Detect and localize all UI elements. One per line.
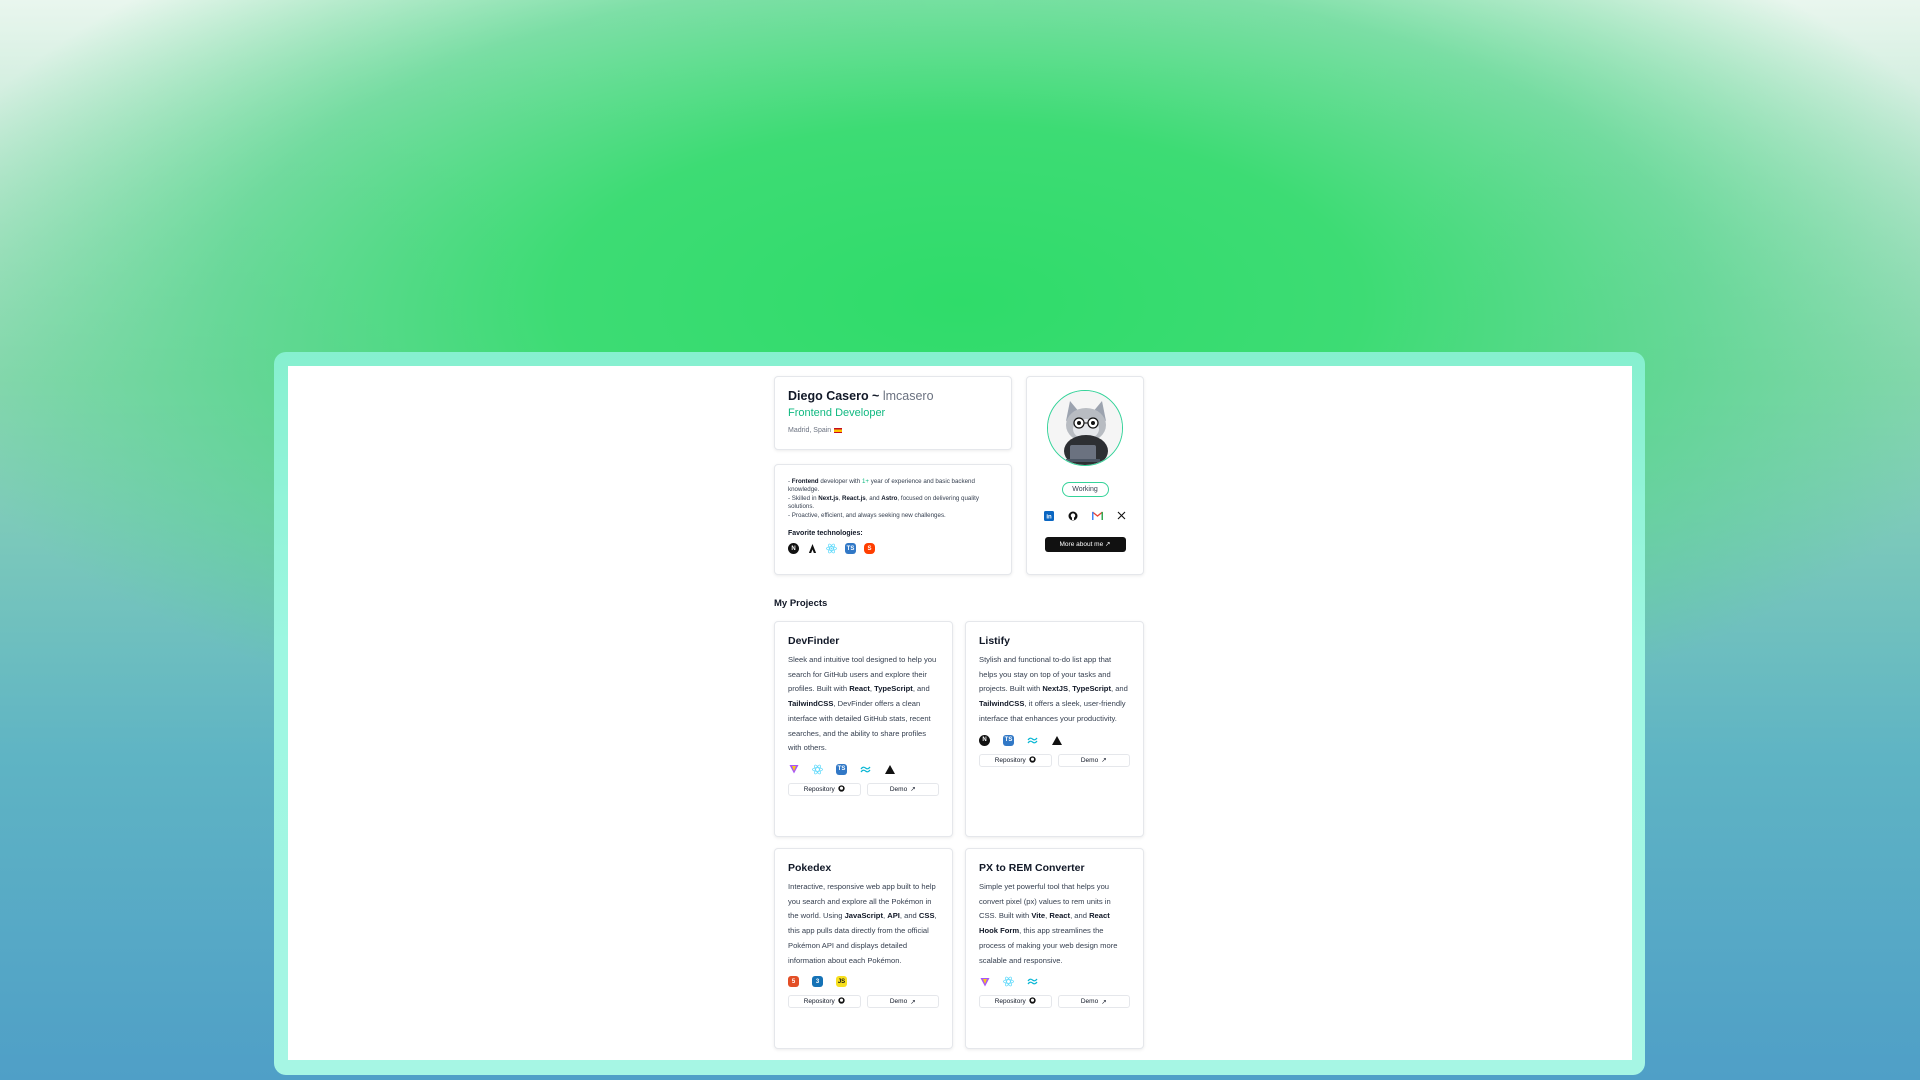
favorite-tech-title: Favorite technologies: <box>788 530 863 538</box>
demo-label: Demo <box>1080 998 1099 1006</box>
project-card-pokedex: Pokedex Interactive, responsive web app … <box>774 848 953 1049</box>
github-icon <box>1029 997 1036 1006</box>
bio-card: - Frontend developer with 1+ year of exp… <box>774 464 1012 575</box>
profile-handle: lmcasero <box>882 389 934 403</box>
tailwind-icon <box>1027 976 1038 987</box>
react-icon <box>826 543 837 554</box>
profile-name: Diego Casero ~ lmcasero <box>788 389 998 403</box>
more-about-me-label: More about me <box>1059 541 1104 548</box>
project-card-devfinder: DevFinder Sleek and intuitive tool desig… <box>774 621 953 837</box>
spain-flag-icon <box>834 428 843 433</box>
css3-icon: 3 <box>812 976 823 988</box>
repository-button[interactable]: Repository <box>979 753 1052 767</box>
github-icon <box>838 785 845 794</box>
project-description: Interactive, responsive web app built to… <box>788 882 937 965</box>
arrow-up-right-icon: ↗ <box>910 786 916 794</box>
arrow-up-right-icon: ↗ <box>1105 541 1111 548</box>
project-actions: Repository Demo ↗ <box>788 782 939 796</box>
project-title: Listify <box>979 635 1010 647</box>
github-icon[interactable] <box>1068 510 1079 521</box>
demo-label: Demo <box>889 785 908 793</box>
linkedin-icon[interactable]: in <box>1044 510 1055 521</box>
more-about-me-button[interactable]: More about me ↗ <box>1044 537 1126 552</box>
vite-icon <box>788 764 799 775</box>
status-badge: Working <box>1061 482 1109 497</box>
typescript-icon: TS <box>836 763 847 775</box>
avatar <box>1047 390 1123 466</box>
location-text: Madrid, Spain <box>788 427 832 434</box>
astro-icon <box>807 543 818 554</box>
profile-role: Frontend Developer <box>788 407 886 419</box>
project-actions: Repository Demo ↗ <box>979 753 1130 767</box>
repository-label: Repository <box>803 998 835 1006</box>
x-icon[interactable] <box>1116 510 1127 521</box>
cat-avatar-illustration <box>1048 391 1122 465</box>
arrow-up-right-icon: ↗ <box>1101 757 1107 765</box>
favorite-tech-row: N TS S <box>788 543 998 555</box>
social-links: in <box>1027 510 1143 521</box>
project-card-px-to-rem: PX to REM Converter Simple yet powerful … <box>965 848 1144 1049</box>
project-tech-row: TS <box>788 763 939 775</box>
project-card-listify: Listify Stylish and functional to-do lis… <box>965 621 1144 837</box>
github-icon <box>838 997 845 1006</box>
project-actions: Repository Demo ↗ <box>979 995 1130 1009</box>
vite-icon <box>979 976 990 987</box>
project-title: DevFinder <box>788 635 840 647</box>
project-description: Simple yet powerful tool that helps you … <box>979 882 1118 965</box>
demo-button[interactable]: Demo ↗ <box>1057 995 1130 1009</box>
project-title: Pokedex <box>788 862 832 874</box>
demo-button[interactable]: Demo ↗ <box>1057 753 1130 767</box>
react-icon <box>1003 976 1014 987</box>
arrow-up-right-icon: ↗ <box>910 998 916 1006</box>
demo-button[interactable]: Demo ↗ <box>866 782 939 796</box>
github-icon <box>1029 755 1036 765</box>
tailwind-icon <box>1027 735 1038 746</box>
bio-line-2: - Skilled in Next.js, React.js, and Astr… <box>788 495 979 511</box>
project-description: Sleek and intuitive tool designed to hel… <box>788 655 937 753</box>
nextjs-icon: N <box>788 543 799 555</box>
react-icon <box>812 764 823 775</box>
nextjs-icon: N <box>979 734 990 746</box>
vercel-icon <box>1051 735 1062 746</box>
projects-heading: My Projects <box>774 598 828 609</box>
project-description: Stylish and functional to-do list app th… <box>979 655 1128 723</box>
repository-button[interactable]: Repository <box>788 995 861 1009</box>
arrow-up-right-icon: ↗ <box>1101 998 1107 1006</box>
project-actions: Repository Demo ↗ <box>788 995 939 1009</box>
tailwind-icon <box>860 764 871 775</box>
gmail-icon[interactable] <box>1091 510 1103 521</box>
profile-full-name: Diego Casero ~ <box>788 389 880 403</box>
bio-line-1: - Frontend developer with 1+ year of exp… <box>788 478 975 494</box>
avatar-card: Working in More about me ↗ <box>1026 376 1144 575</box>
bio-line-3: - Proactive, efficient, and always seeki… <box>788 512 946 520</box>
demo-label: Demo <box>889 998 908 1006</box>
svelte-icon: S <box>864 543 875 555</box>
project-tech-row: N TS <box>979 734 1130 746</box>
repository-label: Repository <box>994 756 1026 764</box>
repository-label: Repository <box>994 998 1026 1006</box>
profile-location: Madrid, Spain <box>788 427 998 434</box>
project-tech-row <box>979 976 1130 987</box>
demo-label: Demo <box>1080 756 1099 764</box>
project-tech-row: 5 3 JS <box>788 976 939 988</box>
repository-button[interactable]: Repository <box>979 995 1052 1009</box>
profile-card: Diego Casero ~ lmcasero Frontend Develop… <box>774 376 1012 450</box>
page-viewport: Diego Casero ~ lmcasero Frontend Develop… <box>288 366 1632 1060</box>
javascript-icon: JS <box>836 976 847 988</box>
demo-button[interactable]: Demo ↗ <box>866 995 939 1009</box>
typescript-icon: TS <box>1003 734 1014 746</box>
repository-button[interactable]: Repository <box>788 782 861 796</box>
svg-text:in: in <box>1046 514 1052 520</box>
repository-label: Repository <box>803 785 835 793</box>
project-title: PX to REM Converter <box>979 862 1085 874</box>
vercel-icon <box>884 764 895 775</box>
typescript-icon: TS <box>845 543 856 555</box>
html5-icon: 5 <box>788 976 799 988</box>
